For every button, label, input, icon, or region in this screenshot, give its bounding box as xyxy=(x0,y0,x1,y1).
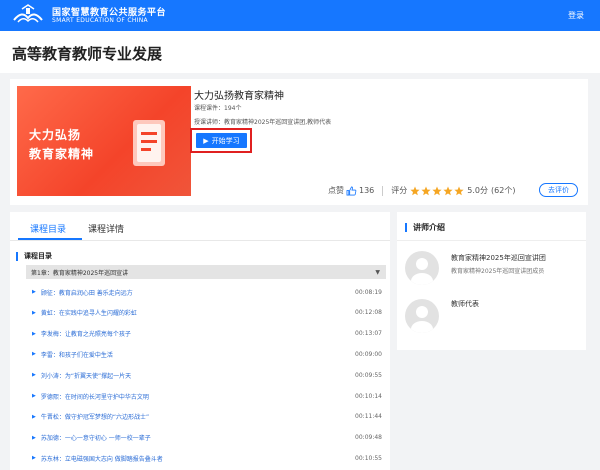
course-stats: 点赞 136 评分 5.0分 (62个) xyxy=(328,185,515,196)
person-icon xyxy=(411,306,433,333)
lecturer-subtitle: 教育家精神2025年巡回宣讲团成员 xyxy=(451,268,545,275)
lesson-item[interactable]: ▶ 牛晋松：做守护冠军梦想的“六边形战士” 00:11:44 xyxy=(32,411,382,423)
lesson-duration: 00:10:55 xyxy=(355,454,382,462)
play-icon: ▶ xyxy=(32,413,36,420)
start-learning-button[interactable]: ▶ 开始学习 xyxy=(196,133,247,148)
lecturer-panel-title: 讲师介绍 xyxy=(405,223,445,232)
lecturer-name: 教育家精神2025年巡回宣讲团 xyxy=(451,254,546,262)
play-icon: ▶ xyxy=(32,351,36,358)
star-icon xyxy=(454,186,464,195)
likes-label: 点赞 xyxy=(328,186,344,195)
tab-details[interactable]: 课程详情 xyxy=(88,222,124,235)
lesson-title[interactable]: 罗德熙：在时间的长河里守护中华古文明 xyxy=(41,392,355,401)
play-icon: ▶ xyxy=(203,136,209,145)
lesson-title[interactable]: 苏东林：立电磁强国大志向 做脚踏报告叠斗者 xyxy=(41,454,355,463)
play-icon: ▶ xyxy=(32,455,36,462)
star-icon xyxy=(443,186,453,195)
thumbs-up-icon[interactable] xyxy=(346,185,357,196)
stats-divider xyxy=(382,185,384,196)
avatar xyxy=(405,251,439,285)
lesson-item[interactable]: ▶ 顾征：教育启润心田 善乐走向远方 00:08:19 xyxy=(32,286,382,298)
play-icon: ▶ xyxy=(32,434,36,441)
lesson-duration: 00:08:19 xyxy=(355,288,382,296)
avatar xyxy=(405,299,439,333)
lesson-item[interactable]: ▶ 苏东林：立电磁强国大志向 做脚踏报告叠斗者 00:10:55 xyxy=(32,452,382,464)
play-icon: ▶ xyxy=(32,330,36,337)
lesson-item[interactable]: ▶ 黄虹：在实践中追寻人生闪耀的彩虹 00:12:08 xyxy=(32,307,382,319)
lesson-title[interactable]: 牛晋松：做守护冠军梦想的“六边形战士” xyxy=(41,412,355,421)
lesson-duration: 00:12:08 xyxy=(355,309,382,317)
lesson-title[interactable]: 顾征：教育启润心田 善乐走向远方 xyxy=(41,288,355,297)
course-name: 大力弘扬教育家精神 xyxy=(194,91,284,102)
lesson-item[interactable]: ▶ 刘小涛：为“折翼天使”撑起一片天 00:09:55 xyxy=(32,369,382,381)
lesson-duration: 00:10:14 xyxy=(355,392,382,400)
page-title-bar: 高等教育教师专业发展 xyxy=(0,31,600,73)
lesson-duration: 00:09:48 xyxy=(355,434,382,442)
course-lecturer: 授课讲师：教育家精神2025年巡回宣讲团,教师代表 xyxy=(194,119,332,126)
document-icon xyxy=(133,120,165,166)
lesson-duration: 00:11:44 xyxy=(355,413,382,421)
play-icon: ▶ xyxy=(32,309,36,316)
review-button[interactable]: 去评价 xyxy=(539,183,578,197)
rating-score: 5.0分 xyxy=(467,186,489,195)
start-learning-label: 开始学习 xyxy=(211,136,240,145)
play-icon: ▶ xyxy=(32,393,36,399)
cover-line-1: 大力弘扬 xyxy=(29,128,82,142)
play-icon: ▶ xyxy=(32,372,36,379)
start-learning-highlight: ▶ 开始学习 xyxy=(190,128,252,153)
lesson-title[interactable]: 苏加德：一心一意守初心 一师一校一辈子 xyxy=(41,433,355,442)
play-icon: ▶ xyxy=(32,289,36,295)
catalog-section-title: 课程目录 xyxy=(16,252,52,261)
lesson-title[interactable]: 黄虹：在实践中追寻人生闪耀的彩虹 xyxy=(41,308,355,317)
tab-catalog[interactable]: 课程目录 xyxy=(30,222,66,235)
course-catalog-panel: 课程目录 课程详情 课程目录 第1章：教育家精神2025年巡回宣讲 ▼ ▶ 顾征：… xyxy=(10,212,390,470)
lesson-item[interactable]: ▶ 李雷：和孩子们在爱中生活 00:09:00 xyxy=(32,348,382,360)
star-icon xyxy=(421,186,431,195)
platform-logo-icon[interactable] xyxy=(10,4,46,26)
chapter-header[interactable]: 第1章：教育家精神2025年巡回宣讲 ▼ xyxy=(26,265,386,279)
lesson-item[interactable]: ▶ 苏加德：一心一意守初心 一师一校一辈子 00:09:48 xyxy=(32,432,382,444)
lecturer-name: 教师代表 xyxy=(451,300,479,308)
course-count: 课程课件：194个 xyxy=(194,105,242,112)
lesson-duration: 00:09:55 xyxy=(355,371,382,379)
course-card: 大力弘扬 教育家精神 大力弘扬教育家精神 课程课件：194个 授课讲师：教育家精… xyxy=(10,79,588,205)
rating-count: (62个) xyxy=(491,186,516,195)
brand-name-en: SMART EDUCATION OF CHINA xyxy=(52,17,148,24)
lesson-item[interactable]: ▶ 罗德熙：在时间的长河里守护中华古文明 00:10:14 xyxy=(32,390,382,402)
rating-label: 评分 xyxy=(391,186,408,195)
lesson-duration: 00:13:07 xyxy=(355,330,382,338)
lesson-title[interactable]: 李发梅：让教育之光照亮每个孩子 xyxy=(41,329,355,338)
lecturer-panel: 讲师介绍 教育家精神2025年巡回宣讲团 教育家精神2025年巡回宣讲团成员 教… xyxy=(397,212,586,350)
lecturer-divider xyxy=(397,240,586,241)
person-icon xyxy=(411,258,433,285)
chevron-down-icon: ▼ xyxy=(375,269,380,276)
chapter-title: 第1章：教育家精神2025年巡回宣讲 xyxy=(31,269,129,277)
top-navigation-bar: 国家智慧教育公共服务平台 SMART EDUCATION OF CHINA 登录 xyxy=(0,0,600,31)
lesson-title[interactable]: 刘小涛：为“折翼天使”撑起一片天 xyxy=(41,371,355,380)
star-icon xyxy=(432,186,442,195)
lesson-duration: 00:09:00 xyxy=(355,350,382,358)
course-cover-image[interactable]: 大力弘扬 教育家精神 xyxy=(17,86,191,196)
cover-line-2: 教育家精神 xyxy=(29,147,95,161)
likes-count: 136 xyxy=(359,186,375,195)
tab-divider xyxy=(10,240,390,241)
page-title: 高等教育教师专业发展 xyxy=(12,45,163,63)
rating-stars xyxy=(410,186,464,196)
lesson-item[interactable]: ▶ 李发梅：让教育之光照亮每个孩子 00:13:07 xyxy=(32,328,382,340)
cover-text: 大力弘扬 教育家精神 xyxy=(29,126,94,164)
login-link[interactable]: 登录 xyxy=(568,10,584,21)
star-icon xyxy=(410,186,420,195)
lesson-title[interactable]: 李雷：和孩子们在爱中生活 xyxy=(41,350,355,359)
